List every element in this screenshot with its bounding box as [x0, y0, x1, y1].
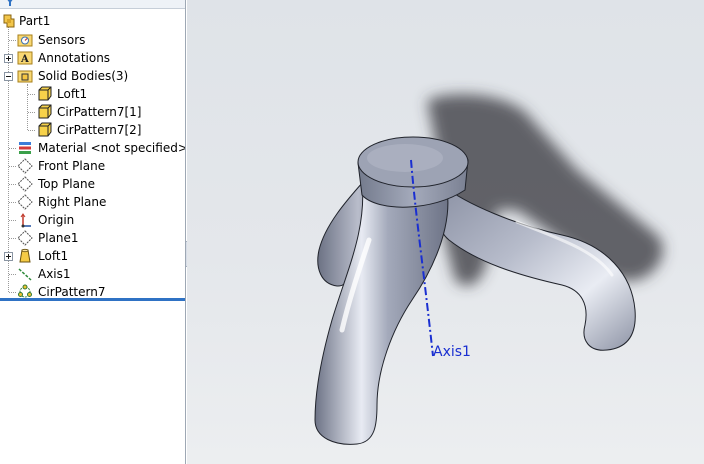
filter-icon[interactable]: [6, 0, 14, 6]
tree-item-label: Solid Bodies(3): [38, 69, 129, 83]
feature-manager-tree: Part1 Sensors A Annotations Solid Bodies…: [0, 0, 186, 464]
tree-item-material[interactable]: Material <not specified>: [0, 139, 185, 157]
plane-icon: [17, 158, 33, 174]
tree-item-annotations[interactable]: A Annotations: [0, 49, 185, 67]
sensors-folder-icon: [17, 32, 33, 48]
tree-filter-strip: [0, 0, 185, 9]
tree-item-label: CirPattern7[2]: [57, 123, 142, 137]
graphics-area[interactable]: Axis1: [187, 0, 704, 464]
svg-text:A: A: [20, 54, 29, 65]
tree-item-label: Loft1: [38, 249, 69, 263]
tree-root-label: Part1: [19, 14, 51, 28]
tree-item-label: Plane1: [38, 231, 79, 245]
tree-item-origin[interactable]: Origin: [0, 211, 185, 229]
tree-item-label: Sensors: [38, 33, 86, 47]
loft-feature-icon: [17, 248, 33, 264]
part-icon: [1, 13, 17, 29]
origin-icon: [17, 212, 33, 228]
tree-item-body-cirpattern7-1[interactable]: CirPattern7[1]: [0, 103, 185, 121]
tree-item-label: Material <not specified>: [38, 141, 186, 155]
tree-item-label: CirPattern7[1]: [57, 105, 142, 119]
plane-icon: [17, 230, 33, 246]
solid-body-icon: [36, 104, 52, 120]
tree-item-solid-bodies[interactable]: Solid Bodies(3): [0, 67, 185, 85]
tree-item-label: Top Plane: [38, 177, 95, 191]
tree-item-plane1[interactable]: Plane1: [0, 229, 185, 247]
expand-icon[interactable]: [4, 252, 13, 261]
tree-item-front-plane[interactable]: Front Plane: [0, 157, 185, 175]
annotations-folder-icon: A: [17, 50, 33, 66]
tree-item-body-cirpattern7-2[interactable]: CirPattern7[2]: [0, 121, 185, 139]
plane-icon: [17, 194, 33, 210]
tree-item-axis1[interactable]: Axis1: [0, 265, 185, 283]
model-view[interactable]: [187, 0, 704, 464]
tree-item-label: Loft1: [57, 87, 88, 101]
tree-item-loft1-feature[interactable]: Loft1: [0, 247, 185, 265]
material-icon: [17, 140, 33, 156]
collapse-icon[interactable]: [4, 72, 13, 81]
tree-item-label: Origin: [38, 213, 75, 227]
tree-item-sensors[interactable]: Sensors: [0, 31, 185, 49]
tree-item-right-plane[interactable]: Right Plane: [0, 193, 185, 211]
tree-item-body-loft1[interactable]: Loft1: [0, 85, 185, 103]
tree-item-label: Right Plane: [38, 195, 107, 209]
solid-bodies-folder-icon: [17, 68, 33, 84]
tree-item-label: Annotations: [38, 51, 111, 65]
tree-item-top-plane[interactable]: Top Plane: [0, 175, 185, 193]
solid-body-icon: [36, 122, 52, 138]
rollback-bar[interactable]: [0, 298, 185, 301]
axis-icon: [17, 266, 33, 282]
tree-item-label: Front Plane: [38, 159, 106, 173]
expand-icon[interactable]: [4, 54, 13, 63]
solid-body-icon: [36, 86, 52, 102]
tree-item-label: Axis1: [38, 267, 71, 281]
plane-icon: [17, 176, 33, 192]
tree-root-part[interactable]: Part1: [0, 12, 185, 30]
axis1-label[interactable]: Axis1: [433, 344, 471, 360]
